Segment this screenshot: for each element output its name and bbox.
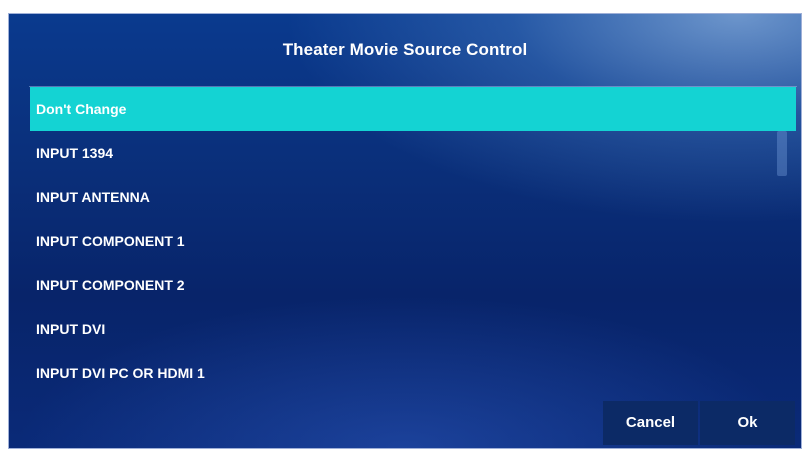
- cancel-button[interactable]: Cancel: [603, 401, 698, 445]
- list-item-input-antenna[interactable]: INPUT ANTENNA: [30, 175, 796, 219]
- list-item-input-dvi-pc-or-hdmi-1[interactable]: INPUT DVI PC OR HDMI 1: [30, 351, 796, 395]
- list-item-input-component-1[interactable]: INPUT COMPONENT 1: [30, 219, 796, 263]
- list-item-input-dvi[interactable]: INPUT DVI: [30, 307, 796, 351]
- list-item-dont-change[interactable]: Don't Change: [30, 87, 796, 131]
- dialog-title: Theater Movie Source Control: [282, 40, 528, 59]
- source-control-dialog: Theater Movie Source Control Don't Chang…: [8, 13, 802, 449]
- source-list[interactable]: Don't Change INPUT 1394 INPUT ANTENNA IN…: [30, 87, 796, 395]
- list-item-input-1394[interactable]: INPUT 1394: [30, 131, 796, 175]
- list-scrollbar[interactable]: [777, 131, 787, 176]
- list-item-input-component-2[interactable]: INPUT COMPONENT 2: [30, 263, 796, 307]
- ok-button[interactable]: Ok: [700, 401, 795, 445]
